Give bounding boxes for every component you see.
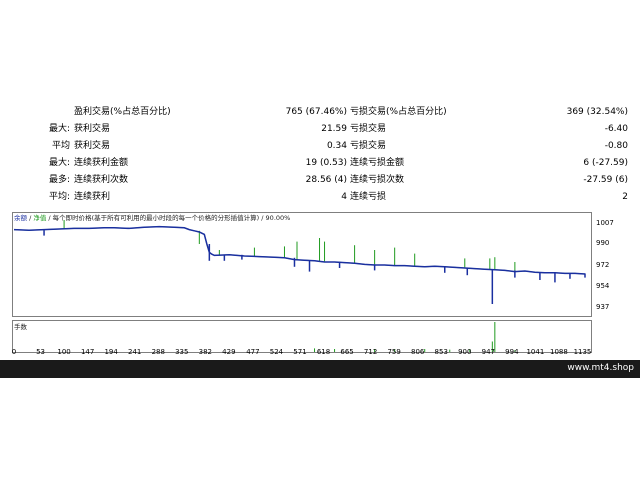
x-tick-label: 241 (128, 348, 142, 356)
x-tick-label: 571 (293, 348, 307, 356)
x-tick-label: 53 (36, 348, 45, 356)
stat-label-2: 连续亏损次数 (350, 175, 405, 185)
stat-value-2: -27.59 (6) (583, 175, 628, 185)
stat-value-2: 6 (-27.59) (583, 158, 628, 168)
x-tick-label: 665 (340, 348, 354, 356)
stat-label: 连续获利次数 (74, 175, 129, 185)
y-tick-label: 954 (596, 282, 610, 291)
stat-row: 平均: 连续获利 4 连续亏损 2 (0, 189, 640, 206)
stat-row: 最大: 连续获利金额 19 (0.53) 连续亏损金额 6 (-27.59) (0, 155, 640, 172)
y-tick-label: 1007 (596, 218, 614, 227)
x-tick-label: 712 (363, 348, 378, 356)
stat-row: 盈利交易(%占总百分比) 765 (67.46%) 亏损交易(%占总百分比) 3… (0, 104, 640, 121)
stat-prefix: 平均: (48, 192, 70, 202)
stat-label-2: 连续亏损 (350, 192, 387, 202)
stat-label: 连续获利金额 (74, 158, 129, 168)
stat-label-2: 亏损交易 (350, 141, 387, 151)
chart-svg (13, 220, 586, 352)
x-tick-label: 900 (458, 348, 472, 356)
x-tick-label: 759 (387, 348, 401, 356)
y-tick-label: 990 (596, 239, 610, 247)
stat-label: 获利交易 (74, 141, 111, 151)
x-tick-label: 288 (151, 348, 165, 356)
x-tick-label: 382 (198, 348, 213, 356)
stat-label-2: 亏损交易 (350, 124, 387, 134)
stat-value-2: 369 (32.54%) (566, 107, 628, 117)
balance-line (13, 225, 586, 275)
x-tick-label: 0 (11, 348, 17, 356)
stat-value: 19 (0.53) (305, 158, 347, 168)
stat-label: 获利交易 (74, 124, 111, 134)
stat-prefix: 最多: (48, 175, 70, 185)
stat-row: 最多: 连续获利次数 28.56 (4) 连续亏损次数 -27.59 (6) (0, 172, 640, 189)
x-tick-label: 1135 (573, 348, 592, 356)
x-tick-label: 806 (411, 348, 425, 356)
stat-label: 盈利交易(%占总百分比) (74, 107, 171, 117)
footer-site: www.mt4.shop (567, 363, 634, 373)
x-tick-label: 524 (269, 348, 284, 356)
footer-bar: www.mt4.shop (0, 360, 640, 378)
stat-row: 最大: 获利交易 21.59 亏损交易 -6.40 (0, 121, 640, 138)
stat-prefix: 最大: (48, 124, 70, 134)
x-tick-label: 1041 (526, 348, 545, 356)
stat-value: 4 (341, 192, 347, 202)
x-tick-label: 1088 (550, 348, 568, 356)
x-tick-label: 947 (481, 348, 495, 356)
stat-prefix: 最大: (48, 158, 70, 168)
y-tick-label: 972 (596, 260, 610, 269)
stat-value-2: -6.40 (604, 124, 628, 134)
stat-label: 连续获利 (74, 192, 111, 202)
stat-row: 平均 获利交易 0.34 亏损交易 -0.80 (0, 138, 640, 155)
stat-value: 21.59 (321, 124, 347, 134)
x-tick-label: 147 (80, 348, 95, 356)
x-tick-label: 429 (222, 348, 236, 356)
y-tick-label: 937 (596, 302, 610, 311)
x-tick-label: 618 (316, 348, 331, 356)
x-tick-label: 100 (57, 348, 71, 356)
stat-value-2: 2 (622, 192, 628, 202)
stat-value: 765 (67.46%) (285, 107, 347, 117)
x-tick-label: 335 (175, 348, 189, 356)
balance-chart: 余额 / 净值 / 每个即时价格(基于所有可利用的最小时段的每一个价格的分形插值… (0, 210, 640, 360)
stat-prefix: 平均 (51, 141, 70, 151)
stat-value: 28.56 (4) (305, 175, 347, 185)
x-tick-label: 194 (104, 348, 118, 356)
stat-value: 0.34 (326, 141, 347, 151)
stat-value-2: -0.80 (604, 141, 628, 151)
x-tick-label: 853 (434, 348, 448, 356)
x-tick-label: 477 (246, 348, 260, 356)
stat-label-2: 连续亏损金额 (350, 158, 405, 168)
equity-line (13, 226, 586, 275)
x-tick-label: 994 (505, 348, 519, 356)
stat-label-2: 亏损交易(%占总百分比) (350, 107, 447, 117)
stats-table: 盈利交易(%占总百分比) 765 (67.46%) 亏损交易(%占总百分比) 3… (0, 104, 640, 210)
